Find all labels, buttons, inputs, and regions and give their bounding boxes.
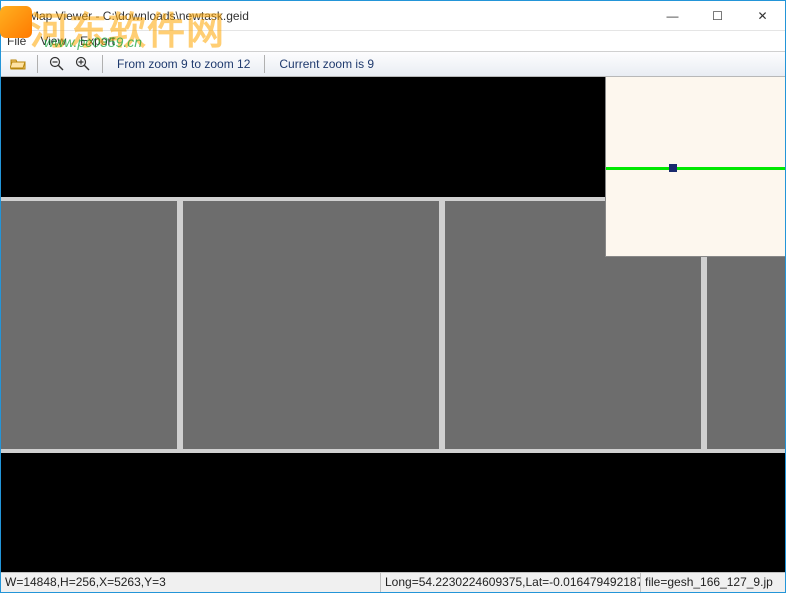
- minimap[interactable]: [605, 77, 785, 257]
- menu-file[interactable]: File: [7, 34, 26, 48]
- maximize-button[interactable]: ☐: [695, 1, 740, 30]
- map-tile: [183, 201, 439, 449]
- toolbar-separator: [102, 55, 103, 73]
- map-tile: [1, 201, 177, 449]
- close-button[interactable]: ✕: [740, 1, 785, 30]
- menu-export[interactable]: Export: [80, 34, 115, 48]
- zoom-in-button[interactable]: [72, 53, 94, 75]
- status-file: file=gesh_166_127_9.jp: [641, 573, 785, 592]
- app-icon: [7, 8, 23, 24]
- minimap-extent-line: [606, 167, 785, 170]
- toolbar-separator: [264, 55, 265, 73]
- current-zoom-label: Current zoom is 9: [273, 57, 380, 71]
- status-dimensions: W=14848,H=256,X=5263,Y=3: [1, 573, 381, 592]
- folder-open-icon: [10, 56, 26, 72]
- minimap-viewport-marker: [669, 164, 677, 172]
- toolbar: From zoom 9 to zoom 12 Current zoom is 9: [1, 51, 785, 77]
- titlebar[interactable]: Map Viewer - C:\downloads\newtask.geid —…: [1, 1, 785, 31]
- open-button[interactable]: [7, 53, 29, 75]
- toolbar-separator: [37, 55, 38, 73]
- app-window: Map Viewer - C:\downloads\newtask.geid —…: [0, 0, 786, 593]
- statusbar: W=14848,H=256,X=5263,Y=3 Long=54.2230224…: [1, 572, 785, 592]
- menubar: File View Export: [1, 31, 785, 51]
- zoom-range-label: From zoom 9 to zoom 12: [111, 57, 256, 71]
- menu-view[interactable]: View: [40, 34, 66, 48]
- zoom-out-button[interactable]: [46, 53, 68, 75]
- map-viewport[interactable]: [1, 77, 785, 572]
- zoom-out-icon: [49, 56, 65, 72]
- window-controls: — ☐ ✕: [650, 1, 785, 30]
- window-title: Map Viewer - C:\downloads\newtask.geid: [29, 9, 650, 23]
- zoom-in-icon: [75, 56, 91, 72]
- status-coordinates: Long=54.2230224609375,Lat=-0.01647949218…: [381, 573, 641, 592]
- minimize-button[interactable]: —: [650, 1, 695, 30]
